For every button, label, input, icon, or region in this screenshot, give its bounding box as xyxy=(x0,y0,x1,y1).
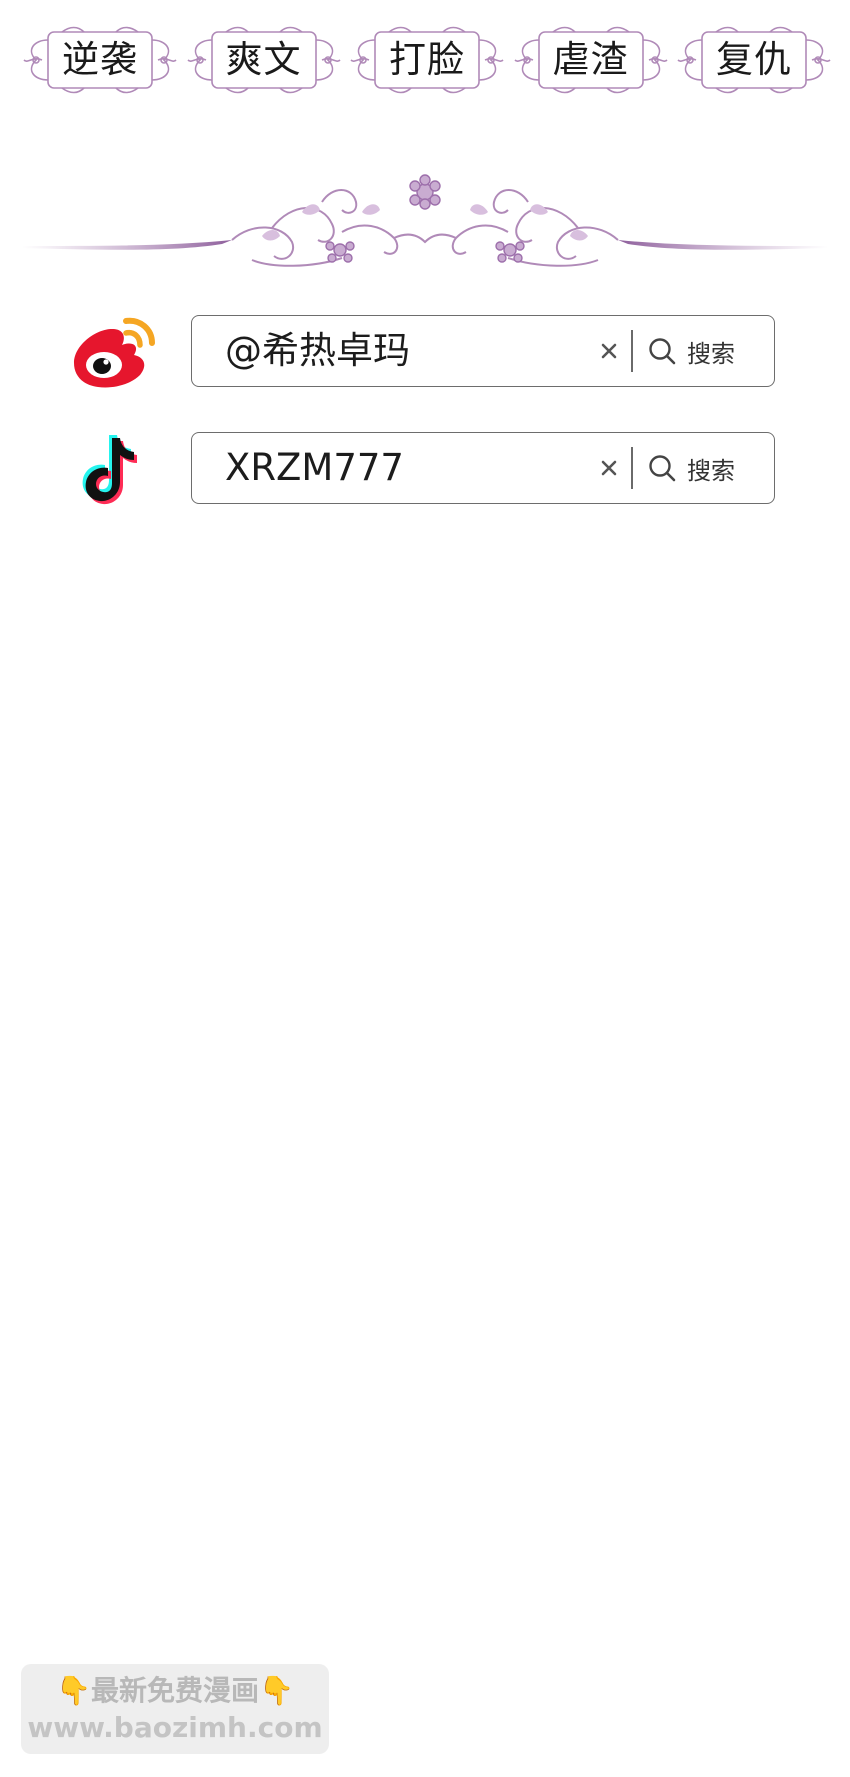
search-button-label: 搜索 xyxy=(687,456,735,485)
watermark-line2: www.baozimh.com xyxy=(27,1711,323,1744)
douyin-logo-icon xyxy=(82,435,137,505)
tag-dalian[interactable]: 打脸 xyxy=(349,26,505,94)
watermark-headline: 👇最新免费漫画👇 xyxy=(21,1672,329,1710)
weibo-search-box[interactable]: @希热卓玛 搜索 xyxy=(191,315,775,387)
weibo-account-text[interactable]: @希热卓玛 xyxy=(225,316,410,388)
douyin-row: XRZM777 搜索 xyxy=(0,432,850,506)
weibo-row: @希热卓玛 搜索 xyxy=(0,315,850,389)
tag-row: 逆袭 爽文 打脸 虐渣 复仇 xyxy=(22,26,832,94)
tag-label: 复仇 xyxy=(716,38,792,81)
douyin-search-button[interactable]: 搜索 xyxy=(647,443,735,493)
douyin-account-text[interactable]: XRZM777 xyxy=(225,433,404,505)
tag-label: 打脸 xyxy=(389,38,465,81)
douyin-search-box[interactable]: XRZM777 搜索 xyxy=(191,432,775,504)
tag-label: 爽文 xyxy=(225,38,302,81)
clear-icon[interactable] xyxy=(594,336,624,366)
search-divider xyxy=(631,330,633,372)
clear-icon[interactable] xyxy=(594,453,624,483)
tag-nuezha[interactable]: 虐渣 xyxy=(513,26,669,94)
search-icon xyxy=(649,455,676,482)
floral-divider-ornament-icon xyxy=(22,174,828,267)
tag-label: 虐渣 xyxy=(552,38,629,81)
tag-nixi[interactable]: 逆袭 xyxy=(22,26,178,94)
search-divider xyxy=(631,447,633,489)
pointing-down-hand-icon: 👇 xyxy=(56,1674,91,1707)
weibo-logo-icon xyxy=(74,317,155,388)
tag-shuangwen[interactable]: 爽文 xyxy=(186,26,342,94)
tag-fuchou[interactable]: 复仇 xyxy=(676,26,832,94)
weibo-search-button[interactable]: 搜索 xyxy=(647,326,735,376)
search-icon xyxy=(649,338,676,365)
site-watermark: 👇最新免费漫画👇 www.baozimh.com xyxy=(21,1664,329,1754)
pointing-down-hand-icon: 👇 xyxy=(259,1674,294,1707)
tag-label: 逆袭 xyxy=(62,38,138,81)
watermark-line1: 最新免费漫画 xyxy=(90,1674,259,1707)
search-button-label: 搜索 xyxy=(687,339,735,368)
